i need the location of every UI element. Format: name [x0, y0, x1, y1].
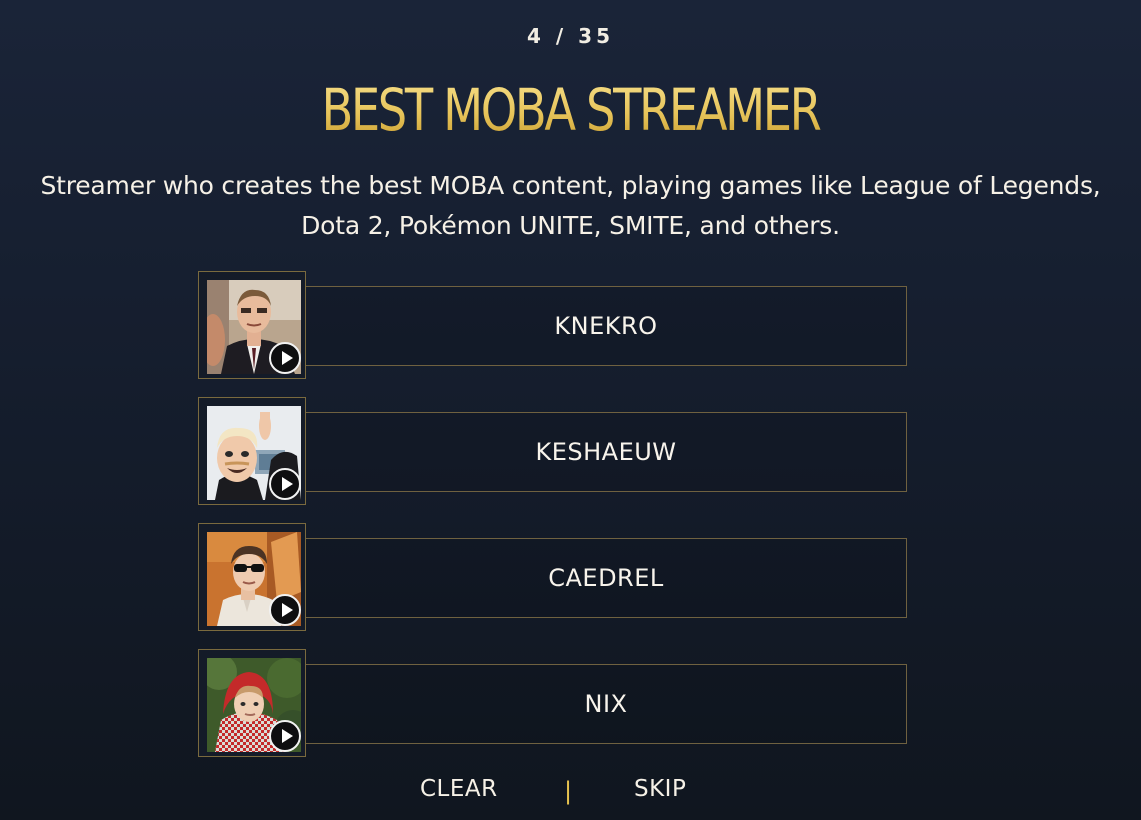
play-icon[interactable] [269, 594, 301, 626]
nominee-thumbnail-frame [198, 271, 306, 379]
nominee-name[interactable]: NIX [305, 664, 907, 744]
nominee-name[interactable]: CAEDREL [305, 538, 907, 618]
progress-indicator: 4 / 35 [527, 24, 614, 48]
nominee-option-knekro[interactable]: KNEKRO [198, 271, 908, 381]
nominee-thumbnail-frame [198, 397, 306, 505]
nominee-option-keshaeuw[interactable]: KESHAEUW [198, 397, 908, 507]
nominee-option-nix[interactable]: NIX [198, 649, 908, 759]
nominee-option-caedrel[interactable]: CAEDREL [198, 523, 908, 633]
category-title: BEST MOBA STREAMER [114, 76, 1027, 144]
skip-button[interactable]: SKIP [634, 776, 686, 802]
nominee-name[interactable]: KESHAEUW [305, 412, 907, 492]
play-icon[interactable] [269, 720, 301, 752]
play-icon[interactable] [269, 468, 301, 500]
nominee-list: KNEKRO KESHAEUW CAEDREL NIX [198, 271, 908, 775]
nominee-name[interactable]: KNEKRO [305, 286, 907, 366]
nominee-thumbnail-frame [198, 649, 306, 757]
action-bar: CLEAR | SKIP [0, 776, 1141, 812]
category-description: Streamer who creates the best MOBA conte… [40, 171, 1101, 240]
action-divider: | [564, 777, 573, 805]
play-icon[interactable] [269, 342, 301, 374]
clear-button[interactable]: CLEAR [420, 776, 498, 802]
nominee-thumbnail-frame [198, 523, 306, 631]
